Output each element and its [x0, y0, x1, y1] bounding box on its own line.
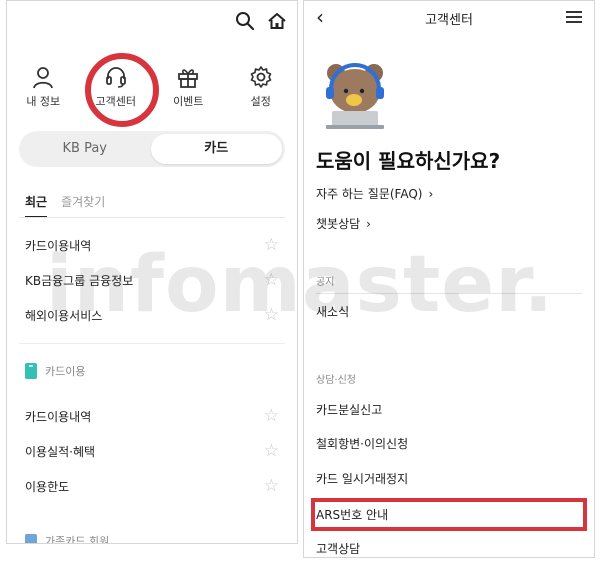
- person-icon: [33, 67, 54, 89]
- bear-mascot-image: [326, 63, 384, 129]
- toggle-kbpay[interactable]: KB Pay: [19, 134, 151, 164]
- page-title: 고객센터: [425, 13, 473, 28]
- section-title: 가족카드 회원: [45, 535, 110, 544]
- help-headline: 도움이 필요하신가요?: [316, 149, 501, 173]
- tab-recent[interactable]: 최근: [25, 193, 48, 218]
- dispute-request-item[interactable]: 철회항변·이의신청: [316, 435, 408, 452]
- family-card-section-header: 가족카드 회원: [25, 533, 110, 544]
- customer-consult-item[interactable]: 고객상담: [316, 540, 360, 557]
- faq-label: 자주 하는 질문(FAQ): [316, 187, 423, 201]
- quick-label: 이벤트: [173, 95, 204, 108]
- gear-icon: [250, 66, 272, 88]
- quick-settings[interactable]: 설정: [225, 65, 298, 109]
- toggle-card[interactable]: 카드: [150, 134, 282, 164]
- list-item[interactable]: 이용한도 ☆: [25, 476, 279, 496]
- star-icon[interactable]: ☆: [264, 270, 279, 290]
- quick-label: 설정: [250, 95, 271, 108]
- list-item[interactable]: 이용실적·혜택 ☆: [25, 441, 279, 461]
- tab-favorites[interactable]: 즐겨찾기: [61, 193, 105, 218]
- header-bar: ‹ 고객센터: [304, 1, 594, 33]
- faq-link[interactable]: 자주 하는 질문(FAQ) ›: [316, 185, 433, 202]
- list-item[interactable]: KB금융그룹 금융정보 ☆: [25, 270, 279, 290]
- list-item-label: 카드이용내역: [25, 409, 92, 424]
- list-item-label: 해외이용서비스: [25, 308, 103, 323]
- star-icon[interactable]: ☆: [264, 441, 279, 461]
- highlight-circle: [85, 53, 159, 127]
- home-icon[interactable]: [267, 11, 287, 31]
- list-item-label: 이용한도: [25, 479, 70, 494]
- list-item-label: KB금융그룹 금융정보: [25, 273, 134, 288]
- notice-news-item[interactable]: 새소식: [316, 303, 349, 320]
- quick-event[interactable]: 이벤트: [152, 65, 225, 109]
- history-tabs: 최근 즐겨찾기: [25, 193, 105, 218]
- section-title: 카드이용: [45, 365, 86, 378]
- top-icons: [235, 11, 287, 31]
- section-divider: [19, 343, 285, 344]
- search-icon[interactable]: [235, 11, 255, 31]
- chevron-right-icon: ›: [428, 186, 434, 201]
- card-use-section-header: 카드이용: [25, 363, 85, 379]
- list-item-label: 카드이용내역: [25, 238, 92, 253]
- gift-icon: [178, 69, 199, 88]
- star-icon[interactable]: ☆: [264, 235, 279, 255]
- ars-highlight-box: [311, 498, 587, 531]
- card-use-icon: [25, 363, 37, 379]
- chatbot-label: 챗봇상담: [316, 217, 361, 231]
- star-icon[interactable]: ☆: [264, 406, 279, 426]
- hamburger-menu-icon[interactable]: [566, 11, 582, 23]
- customer-center-panel: ‹ 고객센터 도움이 필요하신가요? 자주 하는 질문(FAQ) › 챗봇상담 …: [303, 0, 595, 558]
- list-item-label: 이용실적·혜택: [25, 444, 96, 459]
- lost-card-report-item[interactable]: 카드분실신고: [316, 401, 382, 418]
- quick-my-info[interactable]: 내 정보: [7, 65, 80, 109]
- tab-divider: [19, 217, 285, 218]
- card-suspend-item[interactable]: 카드 일시거래정지: [316, 470, 408, 487]
- chatbot-link[interactable]: 챗봇상담 ›: [316, 215, 371, 232]
- family-card-icon: [25, 534, 37, 543]
- section-divider: [316, 293, 582, 294]
- chevron-right-icon: ›: [366, 216, 371, 231]
- kb-pay-menu-panel: 내 정보 고객센터 이벤트 설정 KB Pay 카드 최근 즐겨찾기 카드이용내…: [6, 0, 298, 544]
- list-item[interactable]: 카드이용내역 ☆: [25, 235, 279, 255]
- list-item[interactable]: 카드이용내역 ☆: [25, 406, 279, 426]
- pay-card-toggle: KB Pay 카드: [19, 131, 285, 167]
- star-icon[interactable]: ☆: [264, 476, 279, 496]
- notice-section-title: 공지: [316, 277, 335, 288]
- quick-label: 내 정보: [26, 95, 61, 108]
- list-item[interactable]: 해외이용서비스 ☆: [25, 305, 279, 325]
- star-icon[interactable]: ☆: [264, 305, 279, 325]
- consult-section-title: 상담·신청: [316, 375, 356, 386]
